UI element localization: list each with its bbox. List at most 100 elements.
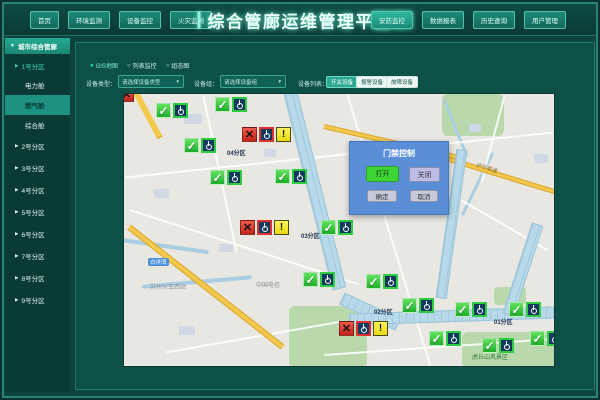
device-marker-group: ✓ [210, 170, 242, 185]
power-icon[interactable] [547, 331, 555, 346]
view-mode-列表监控[interactable]: ○列表监控 [127, 61, 157, 70]
power-icon[interactable] [173, 103, 188, 118]
power-icon[interactable] [232, 97, 247, 112]
view-mode-GIS地图[interactable]: ●GIS地图 [90, 61, 118, 70]
sidebar-item-8号分区[interactable]: ▶8号分区 [5, 267, 70, 289]
sidebar-item-label: 2号分区 [21, 141, 44, 151]
sidebar-item-综合舱[interactable]: 综合舱 [5, 115, 70, 135]
status-ok-icon[interactable]: ✓ [402, 298, 417, 313]
sidebar-item-9号分区[interactable]: ▶9号分区 [5, 289, 70, 311]
status-ok-icon[interactable]: ✓ [429, 331, 444, 346]
status-ok-icon[interactable]: ✓ [455, 302, 470, 317]
power-icon[interactable] [292, 169, 307, 184]
status-fault-icon[interactable]: ✕ [240, 220, 255, 235]
device-marker-group: ✓ [275, 169, 307, 184]
power-icon[interactable] [259, 127, 274, 142]
sidebar-item-燃气舱[interactable]: 燃气舱 [5, 95, 70, 115]
device-marker-group: ✕! [242, 127, 291, 142]
sidebar-item-label: 3号分区 [21, 163, 44, 173]
power-icon[interactable] [499, 338, 514, 353]
nav-button-首页[interactable]: 首页 [30, 11, 59, 29]
nav-button-环境监测[interactable]: 环境监测 [68, 11, 110, 29]
alarm-icon[interactable]: ! [373, 321, 388, 336]
nav-buttons-left: 首页环境监测设备监控火灾监测 [30, 11, 212, 29]
status-fault-icon[interactable]: ✕ [123, 93, 134, 102]
power-icon[interactable] [446, 331, 461, 346]
filter-button-报警设备[interactable]: 报警设备 [356, 76, 388, 88]
sidebar-item-4号分区[interactable]: ▶4号分区 [5, 179, 70, 201]
view-mode-radios: ●GIS地图 ○列表监控 ○组态图 [90, 61, 189, 70]
device-marker-group: ✓ [530, 331, 555, 346]
power-icon[interactable] [526, 302, 541, 317]
sidebar-item-5号分区[interactable]: ▶5号分区 [5, 201, 70, 223]
map-building [534, 154, 548, 163]
power-icon[interactable] [472, 302, 487, 317]
sidebar-item-6号分区[interactable]: ▶6号分区 [5, 223, 70, 245]
nav-button-安防监控[interactable]: 安防监控 [371, 11, 413, 29]
power-icon[interactable] [257, 220, 272, 235]
view-mode-label: 列表监控 [133, 61, 157, 70]
status-ok-icon[interactable]: ✓ [156, 103, 171, 118]
status-ok-icon[interactable]: ✓ [509, 302, 524, 317]
power-icon[interactable] [338, 220, 353, 235]
open-button[interactable]: 打开 [366, 166, 399, 182]
nav-button-历史查询[interactable]: 历史查询 [473, 11, 515, 29]
map-view[interactable]: 04分区03分区02分区01分区白洋湾苏州火车西站中国电信虎丘山风景区沪宁高速 … [123, 93, 555, 367]
dialog-title: 门禁控制 [350, 148, 448, 159]
device-type-select[interactable]: 请选择设备类型 ▼ [118, 75, 184, 88]
power-icon[interactable] [320, 272, 335, 287]
status-ok-icon[interactable]: ✓ [275, 169, 290, 184]
status-ok-icon[interactable]: ✓ [482, 338, 497, 353]
view-mode-label: 组态图 [171, 61, 189, 70]
device-marker-group: ✓ [429, 331, 461, 346]
chevron-right-icon: ▶ [15, 187, 18, 193]
status-ok-icon[interactable]: ✓ [321, 220, 336, 235]
device-group-value: 请选择设备组 [224, 78, 257, 86]
status-ok-icon[interactable]: ✓ [366, 274, 381, 289]
view-mode-组态图[interactable]: ○组态图 [166, 61, 190, 70]
view-mode-label: GIS地图 [96, 61, 118, 70]
status-ok-icon[interactable]: ✓ [303, 272, 318, 287]
sidebar-item-3号分区[interactable]: ▶3号分区 [5, 157, 70, 179]
power-icon[interactable] [383, 274, 398, 289]
alarm-icon[interactable]: ! [274, 220, 289, 235]
sidebar-root-node[interactable]: ▼ 城市综合管廊 [5, 38, 70, 54]
nav-button-用户管理[interactable]: 用户管理 [524, 11, 566, 29]
status-fault-icon[interactable]: ✕ [242, 127, 257, 142]
map-building [469, 124, 481, 132]
map-zone-label: 03分区 [301, 231, 320, 240]
alarm-icon[interactable]: ! [276, 127, 291, 142]
status-fault-icon[interactable]: ✕ [339, 321, 354, 336]
map-zone-label: 04分区 [227, 148, 246, 157]
chevron-down-icon: ▼ [176, 79, 180, 84]
power-icon[interactable] [419, 298, 434, 313]
cancel-button[interactable]: 取消 [410, 190, 438, 202]
sidebar-item-label: 8号分区 [21, 273, 44, 283]
status-ok-icon[interactable]: ✓ [530, 331, 545, 346]
sidebar-item-7号分区[interactable]: ▶7号分区 [5, 245, 70, 267]
sidebar-item-zone1[interactable]: ▶ 1号分区 [5, 54, 70, 75]
power-icon[interactable] [201, 138, 216, 153]
map-zone-label: 01分区 [494, 317, 513, 326]
device-type-label: 设备类型： [86, 79, 116, 88]
power-icon[interactable] [227, 170, 242, 185]
nav-button-设备监控[interactable]: 设备监控 [119, 11, 161, 29]
radio-icon: ● [90, 63, 94, 69]
filter-button-开关设备[interactable]: 开关设备 [326, 76, 358, 88]
status-ok-icon[interactable]: ✓ [184, 138, 199, 153]
nav-button-数据报表[interactable]: 数据报表 [422, 11, 464, 29]
device-group-select[interactable]: 请选择设备组 ▼ [220, 75, 286, 88]
device-group-label: 设备组： [194, 79, 218, 88]
power-icon[interactable] [356, 321, 371, 336]
map-building [179, 326, 195, 335]
status-ok-icon[interactable]: ✓ [215, 97, 230, 112]
close-button[interactable]: 关闭 [409, 167, 440, 182]
device-type-value: 请选择设备类型 [122, 78, 161, 86]
filter-button-故障设备[interactable]: 故障设备 [386, 76, 418, 88]
access-control-dialog: 门禁控制 打开 关闭 确定 取消 [349, 141, 449, 215]
sidebar-item-电力舱[interactable]: 电力舱 [5, 75, 70, 95]
sidebar-zone1-label: 1号分区 [21, 61, 44, 71]
sidebar-item-2号分区[interactable]: ▶2号分区 [5, 135, 70, 157]
status-ok-icon[interactable]: ✓ [210, 170, 225, 185]
ok-button[interactable]: 确定 [367, 190, 397, 202]
